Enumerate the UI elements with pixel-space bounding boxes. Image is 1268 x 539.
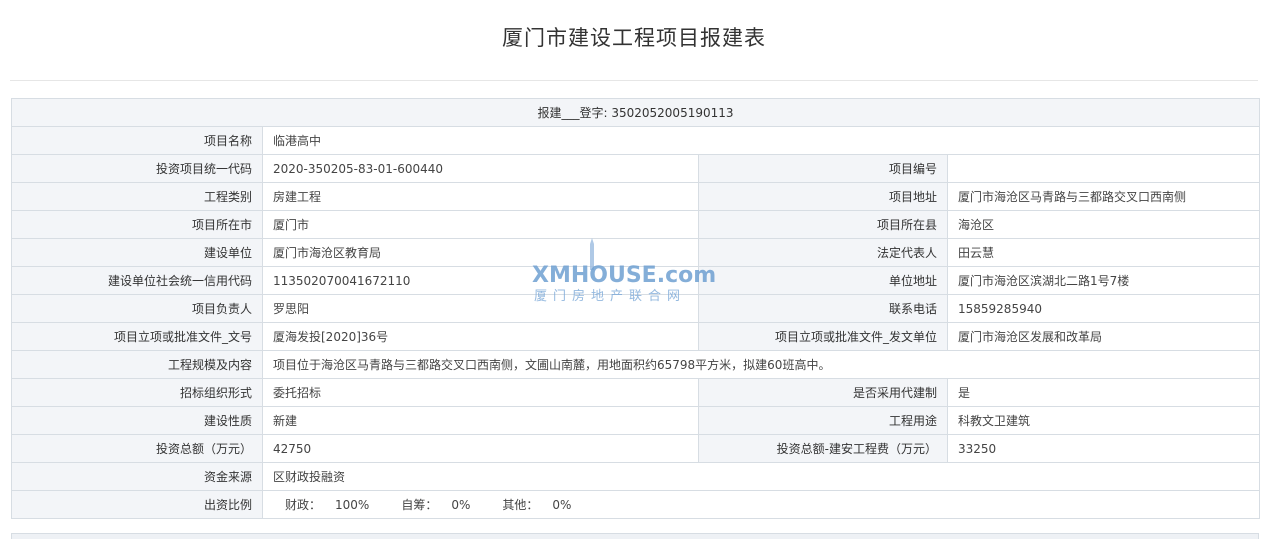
field-value: 2020-350205-83-01-600440 (262, 154, 699, 183)
table-row: 投资总额（万元） 42750 投资总额-建安工程费（万元） 33250 (11, 434, 1261, 463)
field-value: 田云慧 (946, 238, 1261, 267)
table-row: 项目名称 临港高中 (11, 126, 1261, 155)
funding-ratio: 财政： 100% 自筹： 0% 其他： 0% (261, 490, 1261, 519)
field-value (946, 154, 1261, 183)
field-label: 投资项目统一代码 (11, 154, 263, 183)
field-label: 项目立项或批准文件_文号 (11, 322, 263, 351)
table-row: 招标组织形式 委托招标 是否采用代建制 是 (11, 378, 1261, 407)
ratio-value: 100% (335, 498, 370, 512)
field-value: 15859285940 (946, 294, 1261, 323)
field-value: 厦门市海沧区马青路与三都路交叉口西南侧 (946, 182, 1261, 211)
field-value: 海沧区 (946, 210, 1261, 239)
table-row: 报建___登字: 3502052005190113 (10, 98, 1261, 127)
field-value: 罗思阳 (262, 294, 699, 323)
ratio-value: 0% (552, 498, 572, 512)
field-label: 建设单位社会统一信用代码 (11, 266, 263, 295)
table-row: 出资比例 财政： 100% 自筹： 0% 其他： 0% (11, 490, 1261, 519)
field-label: 是否采用代建制 (698, 378, 948, 407)
field-value: 新建 (262, 406, 699, 435)
field-label: 项目编号 (698, 154, 948, 183)
table-row: 投资项目统一代码 2020-350205-83-01-600440 项目编号 (11, 154, 1261, 183)
field-value: 临港高中 (261, 126, 1261, 155)
field-label: 项目地址 (698, 182, 948, 211)
field-value: 33250 (946, 434, 1261, 463)
title-divider (10, 80, 1258, 81)
table-bottom-strip (11, 533, 1259, 539)
field-label: 建设性质 (11, 406, 263, 435)
field-value: 科教文卫建筑 (946, 406, 1261, 435)
ratio-key: 其他： (502, 498, 539, 512)
field-value: 厦海发投[2020]36号 (262, 322, 699, 351)
field-label: 资金来源 (11, 462, 263, 491)
field-value: 厦门市海沧区滨湖北二路1号7楼 (946, 266, 1261, 295)
table-row: 建设性质 新建 工程用途 科教文卫建筑 (11, 406, 1261, 435)
table-row: 建设单位社会统一信用代码 113502070041672110 单位地址 厦门市… (11, 266, 1261, 295)
field-label: 招标组织形式 (11, 378, 263, 407)
field-label: 投资总额（万元） (11, 434, 263, 463)
field-label: 工程规模及内容 (11, 350, 263, 379)
field-label: 建设单位 (11, 238, 263, 267)
field-value: 委托招标 (262, 378, 699, 407)
field-value: 113502070041672110 (262, 266, 699, 295)
field-value: 是 (946, 378, 1261, 407)
field-value: 厦门市 (262, 210, 699, 239)
table-row: 工程类别 房建工程 项目地址 厦门市海沧区马青路与三都路交叉口西南侧 (11, 182, 1261, 211)
ratio-value: 0% (451, 498, 471, 512)
field-value: 项目位于海沧区马青路与三都路交叉口西南侧，文圃山南麓，用地面积约65798平方米… (261, 350, 1261, 379)
field-label: 工程类别 (11, 182, 263, 211)
project-info-table: 报建___登字: 3502052005190113 项目名称 临港高中 投资项目… (10, 98, 1261, 519)
table-row: 资金来源 区财政投融资 (11, 462, 1261, 491)
field-value: 厦门市海沧区发展和改革局 (946, 322, 1261, 351)
table-row: 工程规模及内容 项目位于海沧区马青路与三都路交叉口西南侧，文圃山南麓，用地面积约… (11, 350, 1261, 379)
field-label: 单位地址 (698, 266, 948, 295)
field-value: 区财政投融资 (261, 462, 1261, 491)
field-label: 联系电话 (698, 294, 948, 323)
field-label: 项目所在市 (11, 210, 263, 239)
field-label: 投资总额-建安工程费（万元） (698, 434, 948, 463)
field-label: 法定代表人 (698, 238, 948, 267)
ratio-key: 财政： (285, 498, 322, 512)
field-label: 出资比例 (11, 490, 263, 519)
ratio-key: 自筹： (401, 498, 438, 512)
field-label: 项目负责人 (11, 294, 263, 323)
field-label: 项目所在县 (698, 210, 948, 239)
field-label: 工程用途 (698, 406, 948, 435)
registration-number: 报建___登字: 3502052005190113 (10, 98, 1261, 127)
page-title: 厦门市建设工程项目报建表 (502, 26, 766, 50)
field-label: 项目立项或批准文件_发文单位 (698, 322, 948, 351)
table-row: 建设单位 厦门市海沧区教育局 法定代表人 田云慧 (11, 238, 1261, 267)
field-value: 42750 (262, 434, 699, 463)
table-row: 项目立项或批准文件_文号 厦海发投[2020]36号 项目立项或批准文件_发文单… (11, 322, 1261, 351)
field-label: 项目名称 (11, 126, 263, 155)
table-row: 项目负责人 罗思阳 联系电话 15859285940 (11, 294, 1261, 323)
table-row: 项目所在市 厦门市 项目所在县 海沧区 (11, 210, 1261, 239)
field-value: 房建工程 (262, 182, 699, 211)
field-value: 厦门市海沧区教育局 (262, 238, 699, 267)
